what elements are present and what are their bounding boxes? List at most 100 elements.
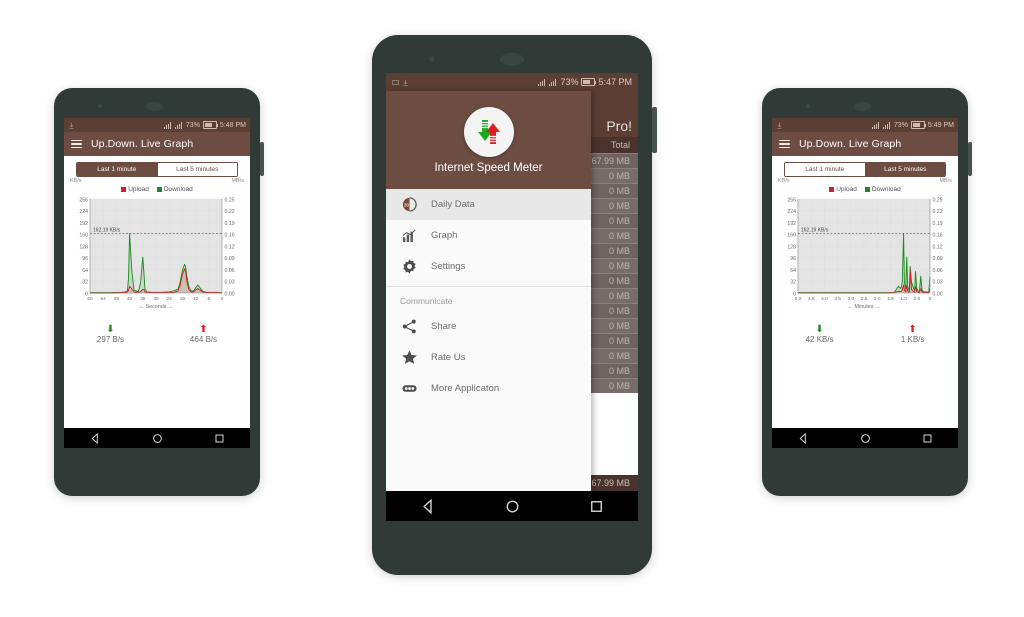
svg-text:0.5: 0.5 <box>913 296 920 302</box>
svg-text:0.16: 0.16 <box>225 233 235 239</box>
svg-text:0.09: 0.09 <box>933 256 943 262</box>
unit-left: KB/s <box>70 178 82 184</box>
power-button[interactable] <box>968 142 972 176</box>
status-left-icons <box>68 122 75 129</box>
svg-text:24: 24 <box>167 296 173 302</box>
battery-icon <box>910 121 926 129</box>
clock-left: 5:48 PM <box>219 121 246 129</box>
chart-svg-right: 0 32 64 96 128 160 192 224 256 0.00 0.03 0.06 0.09 0.… <box>787 197 943 310</box>
speed-stats-left: ⬇ 297 B/s ⬆ 464 B/s <box>64 324 250 344</box>
drawer-item-label: Settings <box>431 261 466 272</box>
live-graph-left: 0 32 64 96 128 160 192 224 256 0.00 0.03 0.06 0.09 0.… <box>68 195 246 318</box>
svg-text:128: 128 <box>79 244 88 250</box>
tab-last-5-minutes[interactable]: Last 5 minutes <box>864 163 945 176</box>
svg-text:0.03: 0.03 <box>933 280 943 286</box>
svg-text:4.0: 4.0 <box>821 296 828 302</box>
download-arrow-icon: ⬇ <box>815 324 824 335</box>
legend-upload: Upload <box>829 186 857 193</box>
status-right-icons: 73% 5:48 PM <box>163 121 246 129</box>
svg-text:54: 54 <box>101 296 107 302</box>
home-icon[interactable] <box>152 433 163 444</box>
drawer-item-daily-data[interactable]: 30 Daily Data <box>386 189 591 220</box>
svg-text:162.19 KB/s: 162.19 KB/s <box>801 227 829 233</box>
svg-text:0.12: 0.12 <box>225 244 235 250</box>
svg-text:0.19: 0.19 <box>225 221 235 227</box>
status-right-icons: 73% 5:49 PM <box>871 121 954 129</box>
signal-icon <box>871 121 880 129</box>
download-speed-value: 297 B/s <box>96 335 125 344</box>
svg-text:30: 30 <box>404 202 410 208</box>
svg-text:12: 12 <box>193 296 199 302</box>
status-right-icons: 73% 5:47 PM <box>538 77 632 87</box>
earpiece-speaker <box>500 53 524 66</box>
drawer-item-label: Rate Us <box>431 352 466 363</box>
svg-text:160: 160 <box>79 233 88 239</box>
drawer-item-label: More Applicaton <box>431 383 500 394</box>
speed-stats-right: ⬇ 42 KB/s ⬆ 1 KB/s <box>772 324 958 344</box>
drawer-item-label: Daily Data <box>431 199 475 210</box>
svg-text:224: 224 <box>79 209 88 215</box>
earpiece-speaker <box>146 102 163 111</box>
upload-arrow-icon: ⬆ <box>199 324 208 335</box>
download-stat: ⬇ 42 KB/s <box>806 324 834 344</box>
drawer-item-share[interactable]: Share <box>386 311 591 342</box>
back-icon[interactable] <box>421 498 436 514</box>
drawer-item-more-application[interactable]: More Applicaton <box>386 373 591 404</box>
page-title: Up.Down. Live Graph <box>799 138 902 150</box>
usb-icon <box>777 122 782 129</box>
live-graph-right: 0 32 64 96 128 160 192 224 256 0.00 0.03 0.06 0.09 0.… <box>776 195 954 318</box>
recents-icon[interactable] <box>922 433 933 444</box>
svg-text:0.06: 0.06 <box>225 268 235 274</box>
recents-icon[interactable] <box>589 499 604 514</box>
drawer-item-rate-us[interactable]: Rate Us <box>386 342 591 373</box>
tab-last-1-minute[interactable]: Last 1 minute <box>77 163 157 176</box>
front-camera <box>429 57 434 62</box>
tab-last-1-minute[interactable]: Last 1 minute <box>785 163 865 176</box>
navigation-drawer: Internet Speed Meter 30 Daily Data Graph <box>386 91 591 491</box>
home-icon[interactable] <box>860 433 871 444</box>
power-button[interactable] <box>652 107 657 153</box>
phone-right: 73% 5:49 PM Up.Down. Live Graph Last 1 m… <box>762 88 972 496</box>
screen-left: 73% 5:48 PM Up.Down. Live Graph Last 1 m… <box>64 118 250 448</box>
front-camera <box>806 104 810 108</box>
star-icon <box>400 348 419 367</box>
svg-text:162.19 KB/s: 162.19 KB/s <box>93 227 121 233</box>
hamburger-icon[interactable] <box>779 139 790 149</box>
hamburger-icon[interactable] <box>71 139 82 149</box>
svg-text:64: 64 <box>82 268 88 274</box>
svg-text:0: 0 <box>929 296 932 302</box>
back-icon[interactable] <box>90 432 101 444</box>
sdcard-icon <box>392 79 399 85</box>
unit-right: MB/s <box>939 178 952 184</box>
screen-right: 73% 5:49 PM Up.Down. Live Graph Last 1 m… <box>772 118 958 448</box>
upload-speed-value: 464 B/s <box>189 335 218 344</box>
svg-text:96: 96 <box>82 256 88 262</box>
svg-text:18: 18 <box>180 296 186 302</box>
bar-chart-icon <box>400 226 419 245</box>
speed-meter-logo-icon <box>463 106 514 157</box>
svg-text:0.19: 0.19 <box>933 221 943 227</box>
usb-icon <box>403 79 408 86</box>
drawer-header: Internet Speed Meter <box>386 91 591 189</box>
drawer-item-graph[interactable]: Graph <box>386 220 591 251</box>
download-speed-value: 42 KB/s <box>805 335 834 344</box>
more-apps-icon <box>400 379 419 398</box>
screen-center: 73% 5:47 PM Pro! Total 67.99 MB 0 MB 0 MB 0… <box>386 73 638 521</box>
back-icon[interactable] <box>798 432 809 444</box>
range-tabs-left: Last 1 minute Last 5 minutes <box>76 162 238 177</box>
nav-bar-center <box>386 491 638 521</box>
drawer-item-label: Graph <box>431 230 458 241</box>
legend-download: Download <box>864 186 901 193</box>
home-icon[interactable] <box>505 499 520 514</box>
svg-text:192: 192 <box>79 221 88 227</box>
tab-last-5-minutes[interactable]: Last 5 minutes <box>156 163 237 176</box>
svg-text:224: 224 <box>787 209 796 215</box>
drawer-item-settings[interactable]: Settings <box>386 251 591 282</box>
svg-text:← Minutes →: ← Minutes → <box>848 304 881 310</box>
svg-text:256: 256 <box>787 197 796 203</box>
nav-bar-left <box>64 428 250 448</box>
recents-icon[interactable] <box>214 433 225 444</box>
battery-percent-left: 73% <box>185 121 200 129</box>
power-button[interactable] <box>260 142 264 176</box>
svg-text:30: 30 <box>153 296 159 302</box>
